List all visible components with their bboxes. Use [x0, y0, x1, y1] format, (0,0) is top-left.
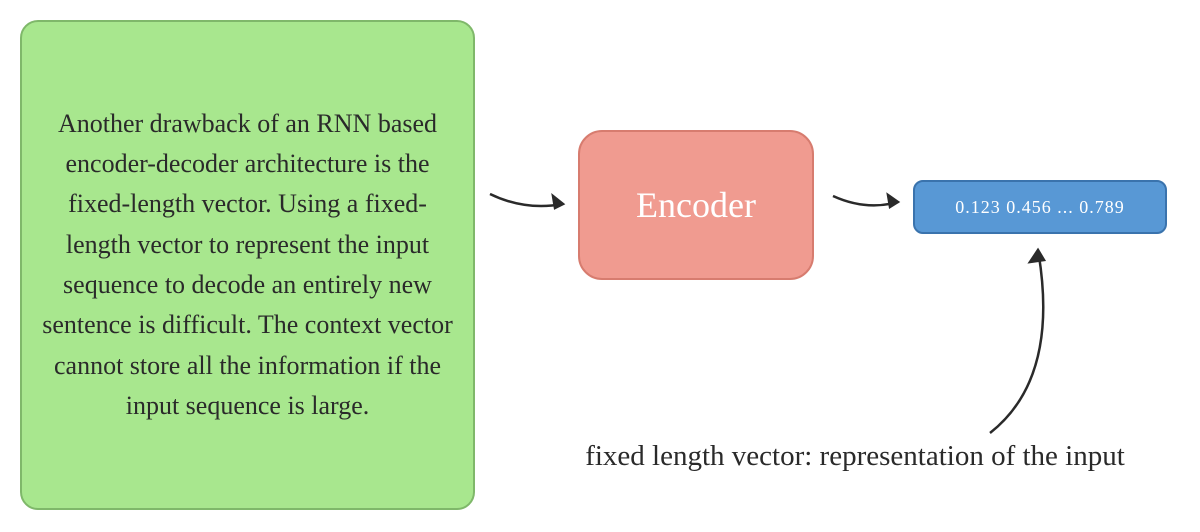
encoder-block: Encoder — [578, 130, 814, 280]
input-text-box: Another drawback of an RNN based encoder… — [20, 20, 475, 510]
encoder-label: Encoder — [636, 184, 756, 226]
arrow-encoder-to-vector — [828, 186, 910, 226]
arrow-input-to-encoder — [485, 186, 575, 226]
input-text-content: Another drawback of an RNN based encoder… — [40, 104, 455, 426]
arrow-caption-to-vector — [960, 238, 1080, 438]
vector-content: 0.123 0.456 ... 0.789 — [955, 197, 1125, 218]
caption-text-container: fixed length vector: representation of t… — [510, 440, 1200, 473]
caption-text: fixed length vector: representation of t… — [585, 440, 1125, 472]
vector-box: 0.123 0.456 ... 0.789 — [913, 180, 1167, 234]
